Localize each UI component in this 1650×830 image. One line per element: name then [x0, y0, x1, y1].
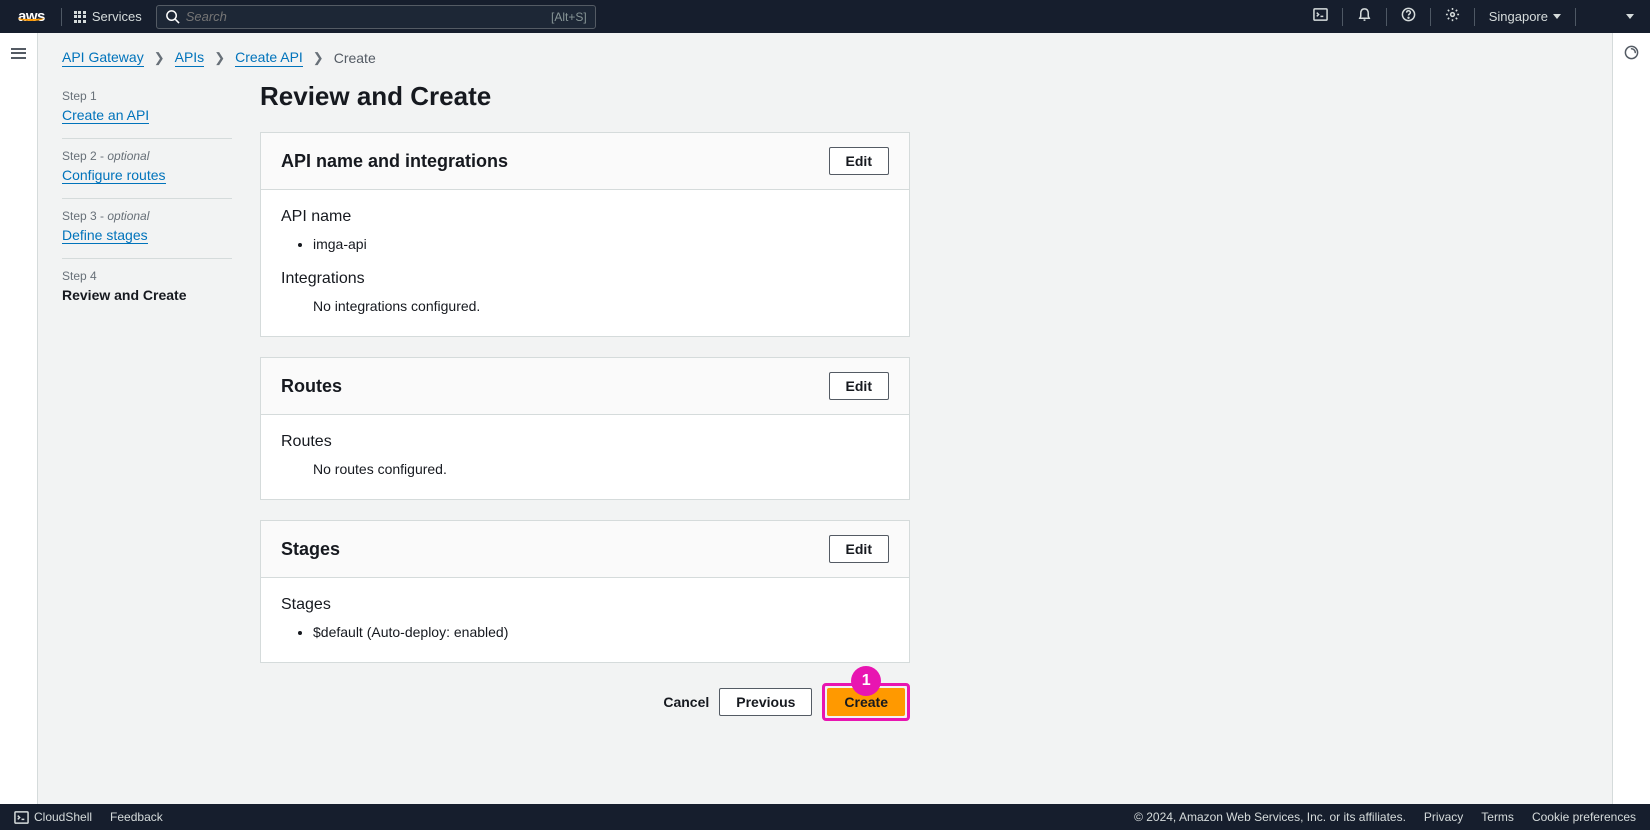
- breadcrumb: API Gateway ❯ APIs ❯ Create API ❯ Create: [62, 33, 1588, 79]
- panel-api-name-integrations: API name and integrations Edit API name …: [260, 132, 910, 337]
- breadcrumb-link[interactable]: APIs: [175, 49, 205, 67]
- subheading-integrations: Integrations: [281, 270, 889, 288]
- edit-button[interactable]: Edit: [829, 147, 889, 175]
- routes-empty: No routes configured.: [281, 461, 889, 477]
- annotation-highlight: 1 Create: [822, 683, 910, 721]
- settings-icon[interactable]: [1437, 7, 1468, 26]
- panel-title: Stages: [281, 539, 340, 560]
- page-title: Review and Create: [260, 81, 910, 112]
- copyright-text: © 2024, Amazon Web Services, Inc. or its…: [1134, 810, 1406, 824]
- step-link-define-stages[interactable]: Define stages: [62, 227, 148, 244]
- wizard-content: Review and Create API name and integrati…: [260, 79, 910, 751]
- search-icon: [165, 9, 180, 24]
- search-hint: [Alt+S]: [551, 10, 587, 24]
- nav-separator: [1386, 8, 1387, 26]
- region-label: Singapore: [1489, 9, 1548, 24]
- nav-separator: [1342, 8, 1343, 26]
- left-drawer-toggle-area: [0, 33, 38, 804]
- cancel-button[interactable]: Cancel: [663, 694, 709, 710]
- nav-separator: [61, 8, 62, 26]
- integrations-empty: No integrations configured.: [281, 298, 889, 314]
- step-number: Step 3 - optional: [62, 209, 232, 223]
- notifications-icon[interactable]: [1349, 7, 1380, 26]
- step-number: Step 1: [62, 89, 232, 103]
- chevron-right-icon: ❯: [154, 50, 165, 66]
- chevron-down-icon: [1553, 14, 1561, 19]
- subheading-api-name: API name: [281, 208, 889, 226]
- step-current: Review and Create: [62, 287, 232, 303]
- api-name-value: imga-api: [313, 236, 889, 252]
- search-input[interactable]: [186, 9, 551, 24]
- panel-title: API name and integrations: [281, 151, 508, 172]
- global-search[interactable]: [Alt+S]: [156, 5, 596, 29]
- step-number: Step 4: [62, 269, 232, 283]
- info-icon[interactable]: [1624, 45, 1639, 60]
- help-icon[interactable]: [1393, 7, 1424, 26]
- edit-button[interactable]: Edit: [829, 372, 889, 400]
- services-label: Services: [92, 9, 142, 24]
- cookie-preferences-link[interactable]: Cookie preferences: [1532, 810, 1636, 824]
- top-navbar: aws Services [Alt+S] Singapore: [0, 0, 1650, 33]
- step-number: Step 2 - optional: [62, 149, 232, 163]
- wizard-actions: Cancel Previous 1 Create: [260, 683, 910, 721]
- terms-link[interactable]: Terms: [1481, 810, 1514, 824]
- grid-icon: [74, 11, 86, 23]
- stage-item: $default (Auto-deploy: enabled): [313, 624, 889, 640]
- chevron-right-icon: ❯: [214, 50, 225, 66]
- main-content: API Gateway ❯ APIs ❯ Create API ❯ Create…: [38, 33, 1612, 804]
- wizard-steps: Step 1 Create an API Step 2 - optional C…: [62, 79, 232, 751]
- chevron-down-icon: [1626, 14, 1634, 19]
- chevron-right-icon: ❯: [313, 50, 324, 66]
- edit-button[interactable]: Edit: [829, 535, 889, 563]
- breadcrumb-current: Create: [334, 50, 376, 66]
- privacy-link[interactable]: Privacy: [1424, 810, 1463, 824]
- subheading-stages: Stages: [281, 596, 889, 614]
- panel-title: Routes: [281, 376, 342, 397]
- aws-logo[interactable]: aws: [8, 8, 55, 25]
- breadcrumb-link[interactable]: Create API: [235, 49, 303, 67]
- nav-separator: [1474, 8, 1475, 26]
- hamburger-icon[interactable]: [11, 45, 26, 804]
- panel-routes: Routes Edit Routes No routes configured.: [260, 357, 910, 500]
- breadcrumb-link[interactable]: API Gateway: [62, 49, 144, 67]
- services-menu[interactable]: Services: [68, 9, 148, 24]
- footer-bar: CloudShell Feedback © 2024, Amazon Web S…: [0, 804, 1650, 830]
- cloudshell-icon[interactable]: [1305, 7, 1336, 26]
- previous-button[interactable]: Previous: [719, 688, 812, 716]
- region-selector[interactable]: Singapore: [1481, 9, 1569, 24]
- cloudshell-icon: [14, 810, 29, 825]
- feedback-link[interactable]: Feedback: [110, 810, 163, 824]
- annotation-badge: 1: [851, 666, 881, 696]
- nav-separator: [1575, 8, 1576, 26]
- nav-separator: [1430, 8, 1431, 26]
- right-drawer-toggle-area: [1612, 33, 1650, 804]
- step-link-configure-routes[interactable]: Configure routes: [62, 167, 166, 184]
- account-menu[interactable]: [1582, 14, 1642, 19]
- step-link-create-api[interactable]: Create an API: [62, 107, 149, 124]
- panel-stages: Stages Edit Stages $default (Auto-deploy…: [260, 520, 910, 663]
- subheading-routes: Routes: [281, 433, 889, 451]
- cloudshell-link[interactable]: CloudShell: [14, 810, 92, 825]
